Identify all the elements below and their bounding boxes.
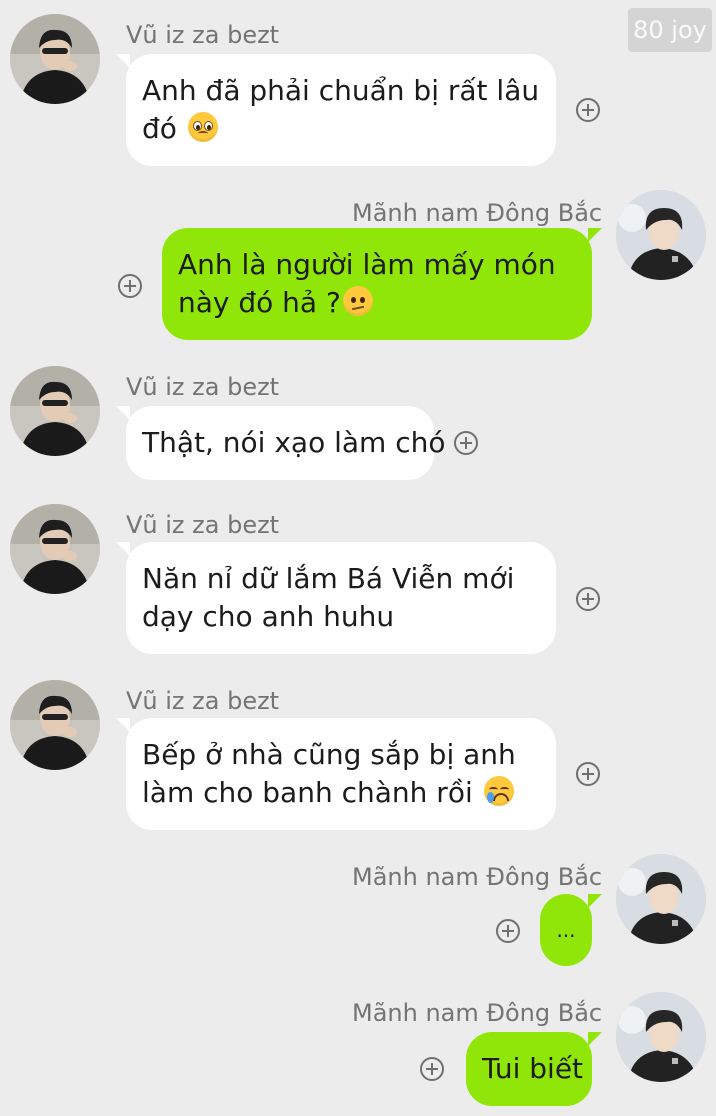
message-text-line: đó [142,112,177,145]
self-avatar[interactable] [616,992,706,1082]
self-avatar-photo [616,992,706,1082]
sender-name: Mãnh nam Đông Bắc [352,863,603,891]
self-avatar[interactable] [616,190,706,280]
message-text-line: làm cho banh chành rồi [142,776,473,809]
confused-face-emoji [342,286,373,316]
message-bubble-outgoing[interactable]: Tui biết [466,1032,602,1106]
message-text-line: Tui biết [482,1052,584,1085]
friend-avatar-photo [10,680,100,770]
add-reaction-icon[interactable] [496,919,520,943]
friend-avatar[interactable] [10,504,100,594]
friend-avatar[interactable] [10,14,100,104]
message-bubble-incoming[interactable]: Thật, nói xạo làm chó [116,406,446,480]
add-reaction-icon[interactable] [576,98,600,122]
crying-face-emoji [483,776,514,806]
friend-avatar-photo [10,14,100,104]
message-bubble-outgoing[interactable]: ... [540,894,602,966]
message-text-line: này đó hả ? [178,286,341,319]
self-avatar[interactable] [616,854,706,944]
friend-avatar[interactable] [10,680,100,770]
self-avatar-photo [616,854,706,944]
sender-name: Mãnh nam Đông Bắc [352,999,603,1027]
message-bubble-incoming[interactable]: Năn nỉ dữ lắm Bá Viễn mới dạy cho anh hu… [116,542,556,654]
message-bubble-outgoing[interactable]: Anh là người làm mấy món này đó hả ? [162,228,602,340]
watermark: 80 joy [628,8,712,52]
self-avatar-photo [616,190,706,280]
add-reaction-icon[interactable] [576,587,600,611]
message-text-line: Thật, nói xạo làm chó [142,426,446,459]
sender-name: Vũ iz za bezt [126,21,280,49]
message-text-line: dạy cho anh huhu [142,600,395,633]
friend-avatar[interactable] [10,366,100,456]
add-reaction-icon[interactable] [420,1057,444,1081]
message-text-line: Anh là người làm mấy món [178,248,556,281]
sender-name: Mãnh nam Đông Bắc [352,199,603,227]
friend-avatar-photo [10,366,100,456]
friend-avatar-photo [10,504,100,594]
sender-name: Vũ iz za bezt [126,511,280,539]
sender-name: Vũ iz za bezt [126,687,280,715]
message-bubble-incoming[interactable]: Anh đã phải chuẩn bị rất lâu đó [116,54,556,166]
message-text-line: Bếp ở nhà cũng sắp bị anh [142,738,516,771]
message-bubble-incoming[interactable]: Bếp ở nhà cũng sắp bị anh làm cho banh c… [116,718,556,830]
add-reaction-icon[interactable] [576,762,600,786]
message-text-line: Năn nỉ dữ lắm Bá Viễn mới [142,562,515,595]
message-text-line: ... [556,918,576,942]
add-reaction-icon[interactable] [118,274,142,298]
pleading-face-emoji [187,112,218,142]
sender-name: Vũ iz za bezt [126,373,280,401]
message-text-line: Anh đã phải chuẩn bị rất lâu [142,74,540,107]
add-reaction-icon[interactable] [454,431,478,455]
